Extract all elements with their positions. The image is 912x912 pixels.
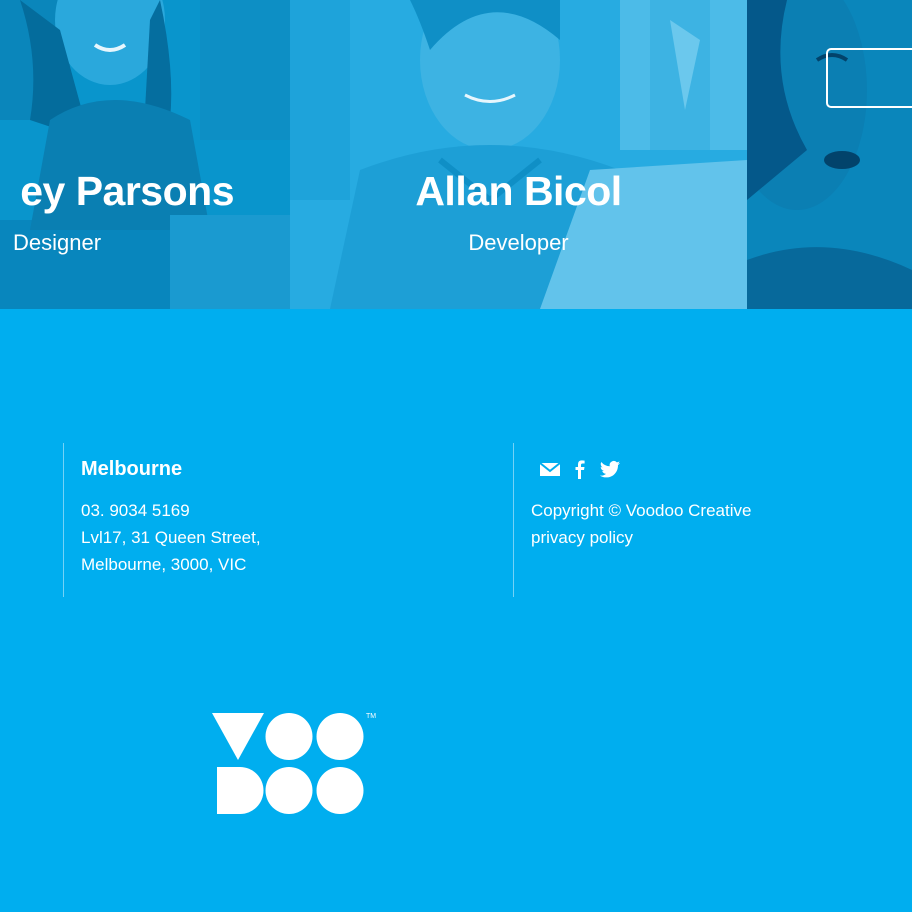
trademark-mark: TM <box>366 713 376 720</box>
team-member-name: ey Parsons <box>20 168 234 214</box>
facebook-icon[interactable] <box>569 458 591 480</box>
office-title: Melbourne <box>81 458 183 480</box>
social-links <box>539 458 621 480</box>
team-card-1[interactable]: ey Parsons Designer <box>0 0 290 309</box>
team-card-2[interactable]: Allan Bicol Developer <box>290 0 747 309</box>
outline-button[interactable] <box>826 48 912 108</box>
twitter-icon[interactable] <box>599 458 621 480</box>
footer-social-column: Copyright © Voodoo Creative privacy poli… <box>513 443 894 597</box>
team-photo-2 <box>290 0 747 309</box>
team-card-3[interactable] <box>747 0 912 309</box>
team-member-name: Allan Bicol <box>415 168 622 214</box>
mail-icon[interactable] <box>539 458 561 480</box>
footer-office-column: Melbourne 03. 9034 5169 Lvl17, 31 Queen … <box>63 443 484 597</box>
office-address-line2: Melbourne, 3000, VIC <box>81 555 247 574</box>
team-photo-3 <box>747 0 912 309</box>
team-member-role: Developer <box>468 230 569 255</box>
voodoo-logo[interactable]: TM <box>210 708 380 823</box>
office-phone[interactable]: 03. 9034 5169 <box>81 501 190 521</box>
voodoo-logo-mark: TM <box>212 713 376 814</box>
team-strip: ey Parsons Designer Allan Bicol Develope… <box>0 0 912 309</box>
privacy-policy-link[interactable]: privacy policy <box>531 528 633 548</box>
team-member-role: Designer <box>13 230 102 255</box>
copyright-text: Copyright © Voodoo Creative <box>531 501 752 520</box>
team-photo-1 <box>0 0 290 309</box>
office-address-line1: Lvl17, 31 Queen Street, <box>81 528 261 547</box>
